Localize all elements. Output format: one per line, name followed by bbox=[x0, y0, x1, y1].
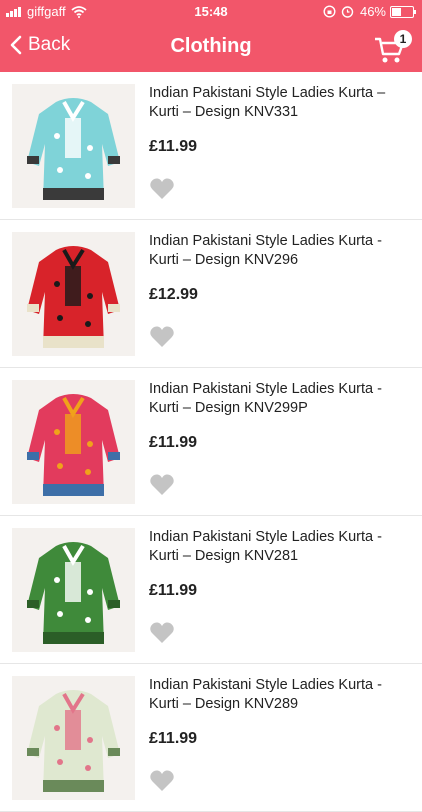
product-price: £11.99 bbox=[149, 730, 198, 747]
product-price: £11.99 bbox=[149, 582, 198, 599]
product-image[interactable] bbox=[12, 380, 135, 504]
cart-count-badge: 1 bbox=[394, 30, 412, 48]
product-image[interactable] bbox=[12, 528, 135, 652]
product-name[interactable]: Indian Pakistani Style Ladies Kurta – Ku… bbox=[149, 84, 411, 122]
product-image[interactable] bbox=[12, 84, 135, 208]
product-price: £12.99 bbox=[149, 286, 198, 303]
battery-icon bbox=[390, 5, 416, 18]
list-item[interactable]: Indian Pakistani Style Ladies Kurta - Ku… bbox=[0, 220, 422, 368]
product-name[interactable]: Indian Pakistani Style Ladies Kurta - Ku… bbox=[149, 528, 411, 566]
alarm-icon bbox=[341, 6, 354, 18]
nav-bar: Back Clothing 1 bbox=[0, 24, 422, 72]
page-title: Clothing bbox=[170, 35, 252, 57]
product-name[interactable]: Indian Pakistani Style Ladies Kurta - Ku… bbox=[149, 232, 411, 270]
product-list: Indian Pakistani Style Ladies Kurta – Ku… bbox=[0, 72, 422, 812]
heart-icon[interactable] bbox=[149, 177, 175, 201]
heart-icon[interactable] bbox=[149, 621, 175, 645]
heart-icon[interactable] bbox=[149, 325, 175, 349]
cart-button[interactable]: 1 bbox=[374, 30, 412, 66]
status-bar: giffgaff 15:48 46% bbox=[0, 0, 422, 24]
product-name[interactable]: Indian Pakistani Style Ladies Kurta - Ku… bbox=[149, 380, 411, 418]
app-header: giffgaff 15:48 46% Back Clothing 1 bbox=[0, 0, 422, 72]
product-price: £11.99 bbox=[149, 138, 198, 155]
heart-icon[interactable] bbox=[149, 769, 175, 793]
product-price: £11.99 bbox=[149, 434, 198, 451]
product-image[interactable] bbox=[12, 232, 135, 356]
heart-icon[interactable] bbox=[149, 473, 175, 497]
list-item[interactable]: Indian Pakistani Style Ladies Kurta - Ku… bbox=[0, 664, 422, 812]
list-item[interactable]: Indian Pakistani Style Ladies Kurta – Ku… bbox=[0, 72, 422, 220]
product-image[interactable] bbox=[12, 676, 135, 800]
rotation-lock-icon bbox=[323, 5, 336, 18]
product-name[interactable]: Indian Pakistani Style Ladies Kurta - Ku… bbox=[149, 676, 411, 714]
battery-percent: 46% bbox=[359, 4, 386, 19]
list-item[interactable]: Indian Pakistani Style Ladies Kurta - Ku… bbox=[0, 368, 422, 516]
list-item[interactable]: Indian Pakistani Style Ladies Kurta - Ku… bbox=[0, 516, 422, 664]
